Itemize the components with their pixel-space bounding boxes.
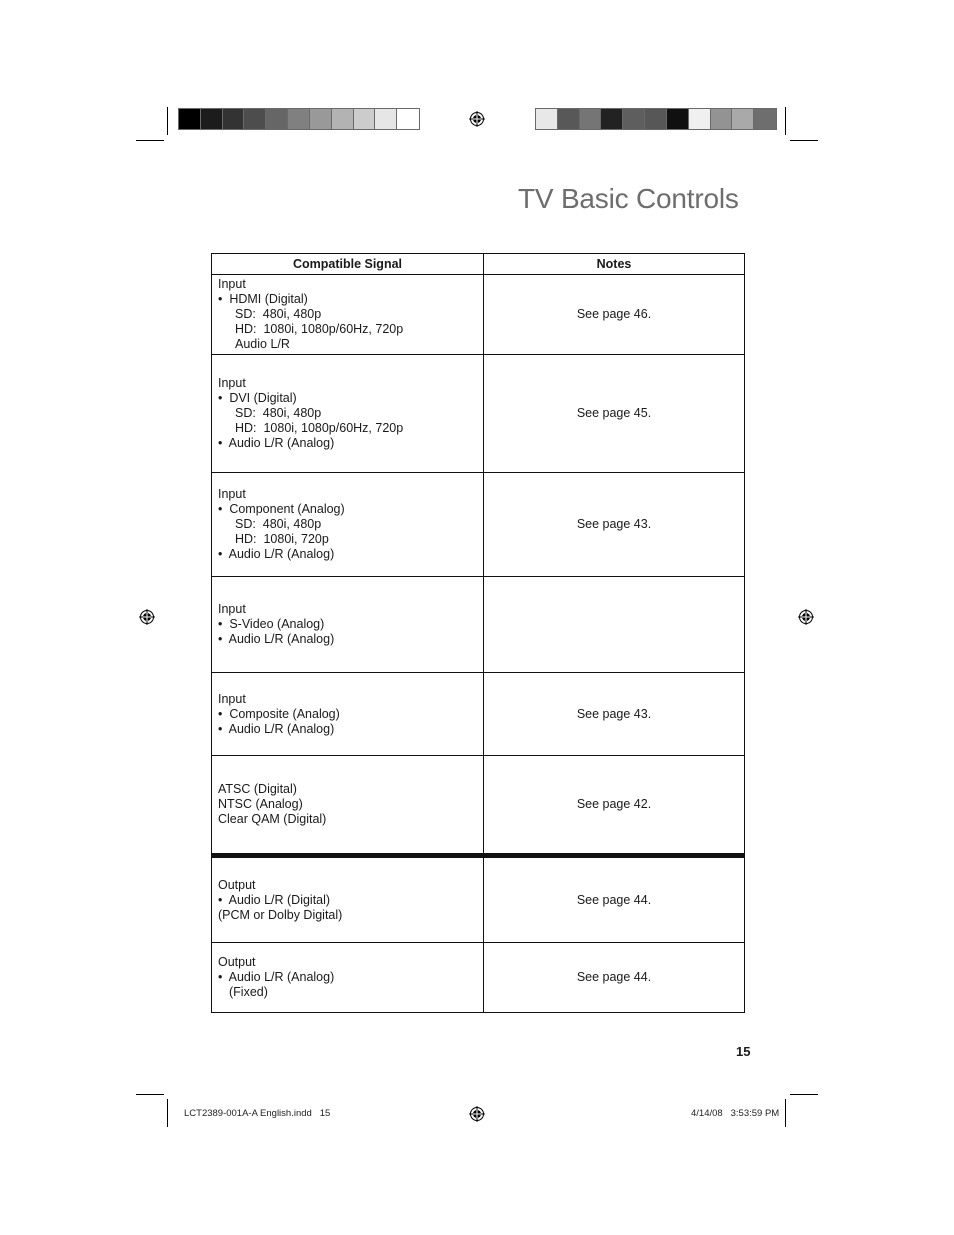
notes-cell: See page 43. — [483, 672, 745, 756]
color-swatch — [710, 109, 733, 129]
signal-line: • Audio L/R (Analog) — [218, 547, 335, 561]
table-row: Input • DVI (Digital) SD: 480i, 480p HD: 10… — [211, 354, 745, 473]
color-swatch — [309, 109, 332, 129]
signal-line: Input — [218, 376, 246, 390]
color-swatch — [397, 109, 419, 129]
signal-cell: Output • Audio L/R (Analog) (Fixed) — [211, 942, 484, 1013]
color-swatch — [754, 109, 776, 129]
color-swatch — [375, 109, 398, 129]
signal-line: • Audio L/R (Analog) — [218, 436, 335, 450]
signal-line: HD: 1080i, 1080p/60Hz, 720p — [235, 322, 404, 336]
registration-target-icon — [469, 1106, 485, 1122]
signal-line: Input — [218, 277, 246, 291]
color-swatch — [353, 109, 376, 129]
signal-line: SD: 480i, 480p — [235, 517, 322, 531]
signal-line: Output — [218, 877, 256, 892]
signal-line: NTSC (Analog) — [218, 797, 303, 811]
page-title: TV Basic Controls — [518, 183, 739, 214]
signal-line: Input — [218, 691, 246, 706]
crop-mark-bottom-left-horizontal — [136, 1094, 164, 1095]
footer-timestamp: 4/14/08 3:53:59 PM — [691, 1108, 780, 1119]
table-row: Input • HDMI (Digital) SD: 480i, 480p HD: 1… — [211, 274, 745, 355]
table-row: Output • Audio L/R (Analog) (Fixed) See pag… — [211, 942, 745, 1013]
header-compatible-signal: Compatible Signal — [211, 253, 484, 275]
notes-cell: See page 46. — [483, 274, 745, 355]
color-swatch — [666, 109, 689, 129]
crop-mark-bottom-right-horizontal — [790, 1094, 818, 1095]
color-swatch — [732, 109, 755, 129]
signal-cell: Input • DVI (Digital) SD: 480i, 480p HD: 10… — [211, 354, 484, 473]
color-swatch — [288, 109, 310, 129]
tone-color-bar — [535, 108, 777, 130]
signal-cell: Input • HDMI (Digital) SD: 480i, 480p HD: 1… — [211, 274, 484, 355]
signal-cell: Input • Component (Analog) SD: 480i, 480p H… — [211, 472, 484, 577]
table-row: ATSC (Digital) NTSC (Analog) Clear QAM (Di… — [211, 755, 745, 856]
page-number: 15 — [736, 1044, 751, 1059]
signal-line: • DVI (Digital) — [218, 391, 297, 405]
crop-mark-bottom-left-vertical — [167, 1099, 168, 1127]
signal-line: Clear QAM (Digital) — [218, 812, 327, 826]
crop-mark-top-right-horizontal — [790, 140, 818, 141]
color-swatch — [623, 109, 646, 129]
color-swatch — [244, 109, 267, 129]
color-swatch — [557, 109, 580, 129]
notes-cell: See page 45. — [483, 354, 745, 473]
notes-cell: See page 44. — [483, 853, 745, 943]
signal-cell: Input • S-Video (Analog) • Audio L/R (Anal… — [211, 576, 484, 673]
crop-mark-bottom-right-vertical — [785, 1099, 786, 1127]
color-swatch — [601, 109, 624, 129]
color-swatch — [536, 109, 558, 129]
signal-line: (Fixed) — [229, 985, 268, 999]
notes-cell — [483, 576, 745, 673]
signal-line: HD: 1080i, 720p — [235, 532, 329, 546]
signal-line: SD: 480i, 480p — [235, 406, 322, 420]
signal-line: HD: 1080i, 1080p/60Hz, 720p — [235, 421, 404, 435]
signal-line: Output — [218, 955, 256, 969]
crop-mark-top-left-horizontal — [136, 140, 164, 141]
color-swatch — [179, 109, 201, 129]
signal-line: • S-Video (Analog) — [218, 617, 325, 631]
signal-line: • Audio L/R (Analog) — [218, 970, 335, 984]
signal-line: • Audio L/R (Digital) — [218, 892, 331, 907]
color-swatch — [331, 109, 354, 129]
table-row: Input • Component (Analog) SD: 480i, 480p H… — [211, 472, 745, 577]
table-row: Input • Composite (Analog) • Audio L/R (An… — [211, 672, 745, 756]
color-swatch — [222, 109, 245, 129]
color-swatch — [688, 109, 711, 129]
registration-target-icon — [469, 111, 485, 127]
signal-line: Audio L/R — [235, 337, 290, 351]
grayscale-color-bar — [178, 108, 420, 130]
color-swatch — [200, 109, 223, 129]
table-header-row: Compatible Signal Notes — [211, 253, 745, 275]
color-swatch — [266, 109, 289, 129]
table-row: Output • Audio L/R (Digital) (PCM or Dolby… — [211, 853, 745, 943]
compatible-signal-table: Compatible Signal Notes Input • HDMI (Dig… — [211, 253, 745, 1013]
signal-line: ATSC (Digital) — [218, 782, 297, 796]
signal-cell: Input • Composite (Analog) • Audio L/R (An… — [211, 672, 484, 756]
signal-line: • Composite (Analog) — [218, 706, 340, 721]
signal-line: SD: 480i, 480p — [235, 307, 322, 321]
notes-cell: See page 42. — [483, 755, 745, 856]
color-swatch — [579, 109, 602, 129]
signal-cell: Output • Audio L/R (Digital) (PCM or Dolby… — [211, 853, 484, 943]
signal-line: Input — [218, 487, 246, 501]
signal-line: • Audio L/R (Analog) — [218, 721, 335, 736]
crop-mark-top-right-vertical — [785, 107, 786, 135]
signal-line: • Component (Analog) — [218, 502, 345, 516]
notes-cell: See page 43. — [483, 472, 745, 577]
signal-line: • HDMI (Digital) — [218, 292, 308, 306]
registration-target-icon — [798, 609, 814, 625]
registration-target-icon — [139, 609, 155, 625]
notes-cell: See page 44. — [483, 942, 745, 1013]
crop-mark-top-left-vertical — [167, 107, 168, 135]
signal-cell: ATSC (Digital) NTSC (Analog) Clear QAM (Di… — [211, 755, 484, 856]
color-swatch — [645, 109, 667, 129]
table-row: Input • S-Video (Analog) • Audio L/R (Anal… — [211, 576, 745, 673]
signal-line: (PCM or Dolby Digital) — [218, 907, 343, 922]
signal-line: Input — [218, 602, 246, 616]
header-notes: Notes — [483, 253, 745, 275]
footer-file-name: LCT2389-001A-A English.indd 15 — [184, 1108, 331, 1119]
signal-line: • Audio L/R (Analog) — [218, 632, 335, 646]
